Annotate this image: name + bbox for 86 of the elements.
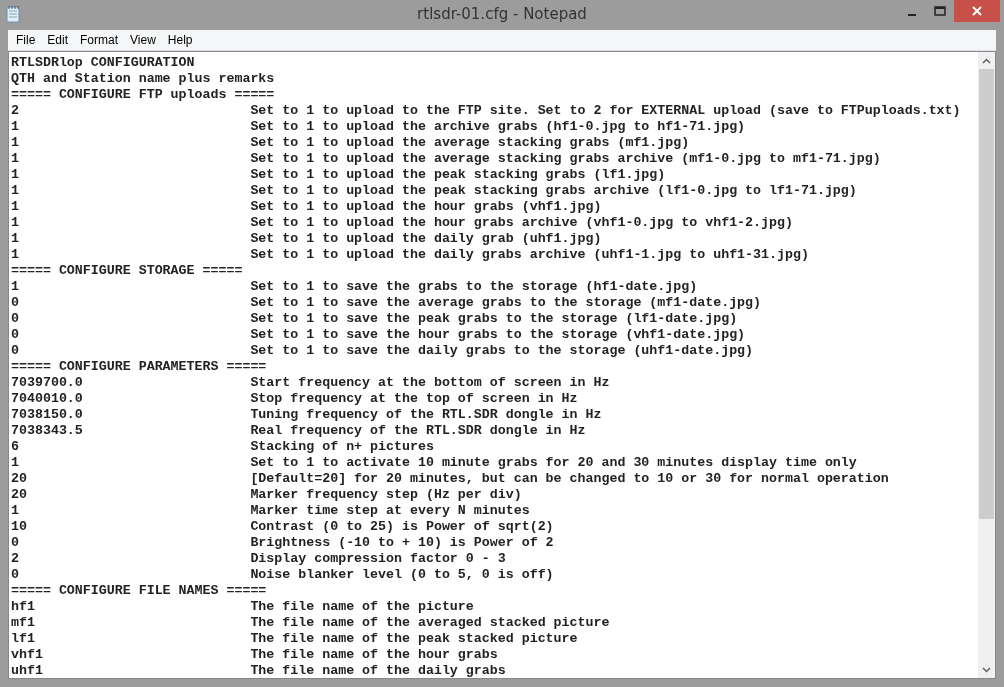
setting-description: The file name of the hour grabs [250,647,498,663]
text-line: ===== CONFIGURE STORAGE ===== [11,263,243,279]
setting-value: 0 [11,311,19,326]
setting-value: 7039700.0 [11,375,83,390]
setting-description: The file name of the picture [250,599,474,615]
setting-description: Marker time step at every N minutes [250,503,530,519]
setting-value: 2 [11,103,19,118]
setting-value: 1 [11,167,19,182]
scroll-down-icon[interactable] [982,666,991,673]
setting-description: Marker frequency step (Hz per div) [250,487,522,503]
setting-value: 1 [11,279,19,294]
setting-value: 0 [11,535,19,550]
setting-value: 1 [11,135,19,150]
setting-description: Set to 1 to upload the daily grabs archive (uhf1-1.jpg to uhf1-31.jpg) [250,247,809,263]
menu-item[interactable]: Format [74,33,125,47]
text-line: ===== CONFIGURE FILE NAMES ===== [11,583,267,599]
setting-value: 0 [11,343,19,358]
window-title: rtlsdr-01.cfg - Notepad [417,5,587,23]
text-line: ===== CONFIGURE FTP uploads ===== [11,87,275,103]
setting-value: lf1 [11,631,35,646]
setting-description: Set to 1 to upload the average stacking grabs (mf1.jpg) [250,135,690,151]
setting-description: Set to 1 to upload the hour grabs archive (vhf1-0.jpg to vhf1-2.jpg) [250,215,793,231]
setting-value: 1 [11,215,19,230]
setting-value: hf1 [11,599,35,614]
setting-description: Set to 1 to upload the peak stacking grabs (lf1.jpg) [250,167,666,183]
setting-value: mf1 [11,615,35,630]
setting-value: 0 [11,295,19,310]
setting-description: Real frequency of the RTL.SDR dongle in Hz [250,423,586,439]
setting-value: 1 [11,199,19,214]
setting-description: Start frequency at the bottom of screen in Hz [250,375,610,391]
setting-value: uhf1 [11,663,43,678]
text-line: RTLSDRlop CONFIGURATION [11,55,195,71]
setting-value: 1 [11,119,19,134]
setting-value: 7038343.5 [11,423,83,438]
setting-description: Set to 1 to save the hour grabs to the storage (vhf1-date.jpg) [250,327,746,343]
setting-value: 1 [11,503,19,518]
setting-value: 1 [11,231,19,246]
menu-item[interactable]: Help [161,33,199,47]
notepad-icon [6,5,20,23]
setting-description: The file name of the daily grabs [250,663,506,678]
menu-item[interactable]: View [124,33,162,47]
setting-description: Noise blanker level (0 to 5, 0 is off) [250,567,554,583]
setting-description: Set to 1 to save the daily grabs to the storage (uhf1-date.jpg) [250,343,754,359]
setting-description: Display compression factor 0 - 3 [250,551,506,567]
setting-description: Set to 1 to upload to the FTP site. Set to 2 for EXTERNAL upload (save to FTPuploads.txt) [250,103,961,119]
setting-value: 2 [11,551,19,566]
setting-description: Set to 1 to upload the average stacking grabs archive (mf1-0.jpg to mf1-71.jpg) [250,151,881,167]
setting-value: 0 [11,567,19,582]
setting-value: vhf1 [11,647,43,662]
setting-description: Contrast (0 to 25) is Power of sqrt(2) [250,519,554,535]
close-button[interactable] [954,0,1000,22]
close-icon [972,6,982,16]
setting-description: The file name of the averaged stacked picture [250,615,610,631]
setting-value: 1 [11,455,19,470]
scroll-up-icon[interactable] [982,57,991,64]
setting-description: Set to 1 to upload the daily grab (uhf1.jpg) [250,231,602,247]
setting-description: Brightness (-10 to + 10) is Power of 2 [250,535,554,551]
text-line: QTH and Station name plus remarks [11,71,275,87]
setting-value: 1 [11,151,19,166]
setting-value: 6 [11,439,19,454]
setting-description: The file name of the peak stacked picture [250,631,578,647]
menu-item[interactable]: Edit [41,33,75,47]
setting-value: 7038150.0 [11,407,83,422]
setting-description: Set to 1 to activate 10 minute grabs for 20 and 30 minutes display time only [250,455,857,471]
minimize-icon [908,14,916,16]
setting-value: 20 [11,487,27,502]
setting-value: 20 [11,471,27,486]
setting-description: Set to 1 to save the grabs to the storage (hf1-date.jpg) [250,279,698,295]
setting-description: [Default=20] for 20 minutes, but can be changed to 10 or 30 for normal operation [250,471,889,487]
setting-description: Set to 1 to save the peak grabs to the storage (lf1-date.jpg) [250,311,738,327]
setting-value: 1 [11,183,19,198]
setting-description: Set to 1 to upload the archive grabs (hf1-0.jpg to hf1-71.jpg) [250,119,746,135]
setting-description: Stacking of n+ pictures [250,439,434,455]
setting-value: 0 [11,327,19,342]
menu-item[interactable]: File [10,33,42,47]
setting-value: 10 [11,519,27,534]
setting-description: Set to 1 to save the average grabs to the storage (mf1-date.jpg) [250,295,762,311]
setting-description: Set to 1 to upload the peak stacking grabs archive (lf1-0.jpg to lf1-71.jpg) [250,183,857,199]
text-line: ===== CONFIGURE PARAMETERS ===== [11,359,267,375]
setting-value: 7040010.0 [11,391,83,406]
setting-description: Tuning frequency of the RTL.SDR dongle in Hz [250,407,602,423]
setting-description: Stop frequency at the top of screen in Hz [250,391,578,407]
scrollbar[interactable] [978,52,995,678]
setting-value: 1 [11,247,19,262]
setting-description: Set to 1 to upload the hour grabs (vhf1.jpg) [250,199,602,215]
maximize-icon [934,6,946,16]
